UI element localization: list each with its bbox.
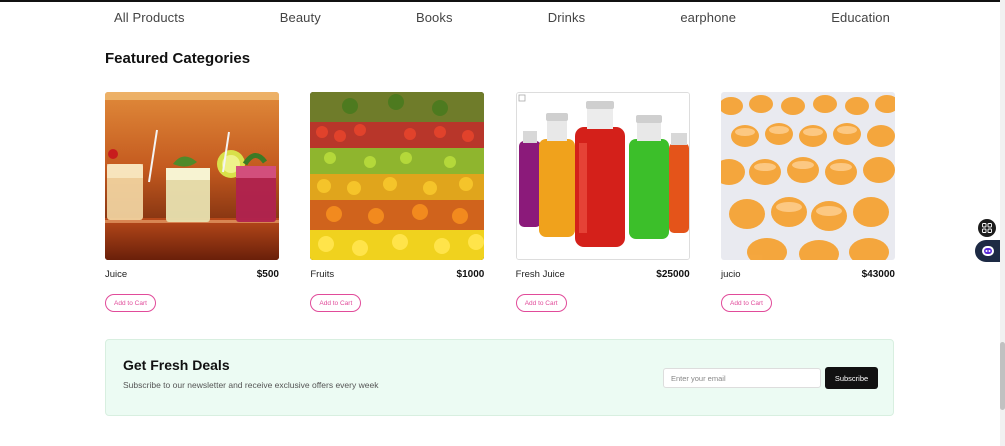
newsletter-banner: Get Fresh Deals Subscribe to our newslet… bbox=[105, 339, 894, 416]
nav-item-beauty[interactable]: Beauty bbox=[250, 10, 351, 25]
product-price: $1000 bbox=[456, 269, 485, 280]
nav-item-drinks[interactable]: Drinks bbox=[518, 10, 615, 25]
product-price: $25000 bbox=[656, 269, 690, 280]
product-image-fresh-juice[interactable] bbox=[515, 92, 690, 260]
chat-bot-icon bbox=[982, 246, 994, 256]
product-name: jucio bbox=[720, 269, 741, 280]
nav-item-earphone[interactable]: earphone bbox=[650, 10, 766, 25]
product-card: jucio $43000 Add to Cart bbox=[720, 92, 895, 312]
nav-item-all-products[interactable]: All Products bbox=[60, 10, 215, 25]
product-name: Fruits bbox=[310, 269, 335, 280]
newsletter-title: Get Fresh Deals bbox=[123, 357, 230, 373]
product-image-fruits[interactable] bbox=[310, 92, 485, 260]
floating-grid-button[interactable] bbox=[978, 219, 996, 237]
email-field[interactable] bbox=[663, 368, 821, 388]
product-grid: Juice $500 Add to Cart Fruits $1000 Add … bbox=[105, 92, 895, 312]
grid-icon bbox=[982, 223, 992, 233]
product-image-juice[interactable] bbox=[105, 92, 279, 260]
orange-juice-glasses-photo bbox=[720, 92, 895, 260]
product-card: Juice $500 Add to Cart bbox=[105, 92, 279, 312]
category-nav: All Products Beauty Books Drinks earphon… bbox=[60, 0, 940, 34]
page-scrollbar[interactable] bbox=[1000, 0, 1005, 446]
add-to-cart-button[interactable]: Add to Cart bbox=[310, 294, 362, 312]
nav-item-books[interactable]: Books bbox=[386, 10, 483, 25]
scrollbar-thumb[interactable] bbox=[1000, 342, 1005, 410]
fruit-stand-photo bbox=[310, 92, 485, 260]
add-to-cart-button[interactable]: Add to Cart bbox=[720, 294, 772, 312]
nav-item-education[interactable]: Education bbox=[801, 10, 940, 25]
floating-chat-button[interactable] bbox=[975, 240, 1001, 262]
product-card: Fruits $1000 Add to Cart bbox=[310, 92, 485, 312]
product-name: Juice bbox=[105, 269, 128, 280]
add-to-cart-button[interactable]: Add to Cart bbox=[105, 294, 156, 312]
add-to-cart-button[interactable]: Add to Cart bbox=[515, 294, 567, 312]
product-price: $43000 bbox=[861, 269, 895, 280]
section-title: Featured Categories bbox=[105, 50, 251, 67]
product-price: $500 bbox=[256, 269, 279, 280]
newsletter-subtitle: Subscribe to our newsletter and receive … bbox=[123, 380, 379, 390]
product-card: Fresh Juice $25000 Add to Cart bbox=[515, 92, 690, 312]
product-image-jucio[interactable] bbox=[720, 92, 895, 260]
product-name: Fresh Juice bbox=[515, 269, 565, 280]
subscribe-button[interactable]: Subscribe bbox=[825, 367, 878, 389]
juice-bottles-photo bbox=[516, 93, 689, 259]
cocktail-glasses-photo bbox=[105, 92, 279, 260]
